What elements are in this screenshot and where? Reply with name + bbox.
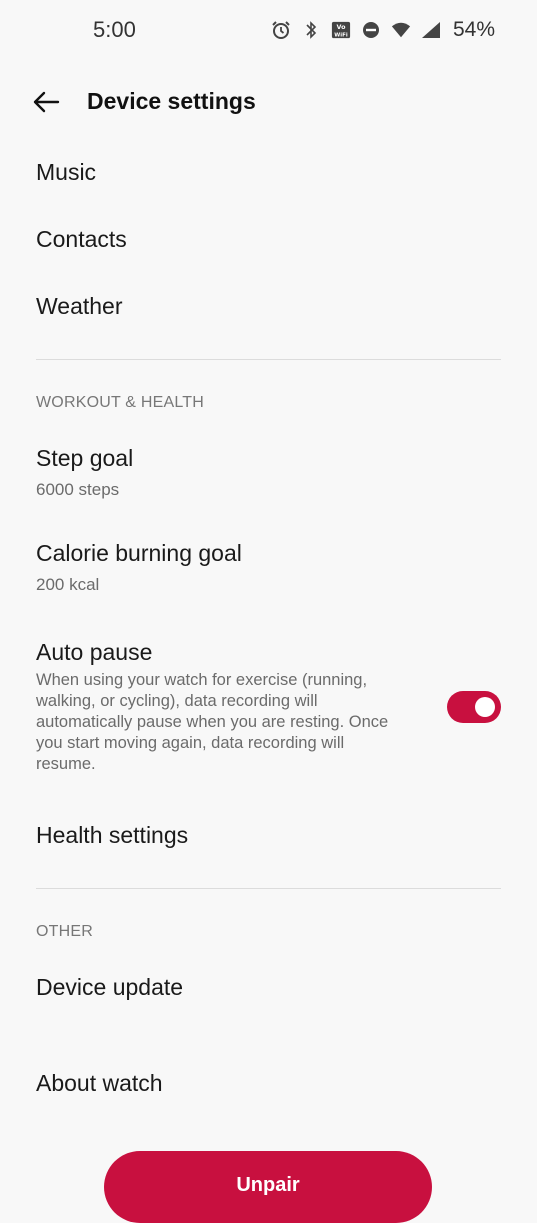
setting-value: 200 kcal bbox=[36, 575, 100, 594]
menu-item-contacts[interactable]: Contacts bbox=[36, 224, 501, 254]
back-button[interactable] bbox=[26, 84, 66, 120]
svg-text:Vo: Vo bbox=[336, 24, 346, 31]
signal-icon bbox=[421, 20, 441, 40]
setting-health-settings[interactable]: Health settings bbox=[36, 820, 501, 850]
status-time: 5:00 bbox=[93, 17, 136, 42]
setting-label: Calorie burning goal bbox=[36, 540, 242, 566]
app-bar: Device settings bbox=[0, 70, 537, 134]
divider bbox=[36, 888, 501, 889]
alarm-icon bbox=[271, 20, 291, 40]
status-icons: Vo WiFi 54% bbox=[271, 17, 495, 43]
menu-item-label: Music bbox=[36, 159, 97, 185]
setting-about-watch[interactable]: About watch bbox=[36, 1068, 501, 1098]
menu-item-label: Contacts bbox=[36, 226, 127, 252]
menu-item-label: Weather bbox=[36, 293, 123, 319]
menu-item-weather[interactable]: Weather bbox=[36, 291, 501, 321]
do-not-disturb-icon bbox=[361, 20, 381, 40]
wifi-icon bbox=[391, 20, 411, 40]
section-header-workout: WORKOUT & HEALTH bbox=[36, 394, 204, 411]
setting-label: Auto pause bbox=[36, 639, 153, 665]
setting-label: Health settings bbox=[36, 822, 189, 848]
setting-label: Device update bbox=[36, 974, 184, 1000]
page-title: Device settings bbox=[87, 88, 256, 114]
battery-percent: 54% bbox=[452, 18, 495, 41]
setting-calorie-goal[interactable]: Calorie burning goal 200 kcal bbox=[36, 538, 501, 595]
setting-label: Step goal bbox=[36, 445, 134, 471]
section-header-other: OTHER bbox=[36, 923, 93, 940]
auto-pause-toggle[interactable] bbox=[447, 691, 501, 723]
svg-text:WiFi: WiFi bbox=[334, 32, 348, 38]
bluetooth-icon bbox=[301, 20, 321, 40]
setting-step-goal[interactable]: Step goal 6000 steps bbox=[36, 443, 501, 500]
setting-device-update[interactable]: Device update bbox=[36, 972, 501, 1002]
setting-auto-pause[interactable]: Auto pause When using your watch for exe… bbox=[36, 637, 501, 775]
divider bbox=[36, 359, 501, 360]
setting-value: 6000 steps bbox=[36, 480, 120, 499]
vowifi-icon: Vo WiFi bbox=[331, 20, 351, 40]
menu-item-music[interactable]: Music bbox=[36, 157, 501, 187]
setting-description: When using your watch for exercise (runn… bbox=[36, 671, 389, 773]
status-bar: 5:00 Vo WiFi 54% bbox=[0, 0, 537, 60]
unpair-button[interactable]: Unpair bbox=[104, 1151, 432, 1223]
setting-label: About watch bbox=[36, 1070, 163, 1096]
back-arrow-icon bbox=[33, 91, 60, 113]
toggle-knob bbox=[475, 697, 495, 717]
